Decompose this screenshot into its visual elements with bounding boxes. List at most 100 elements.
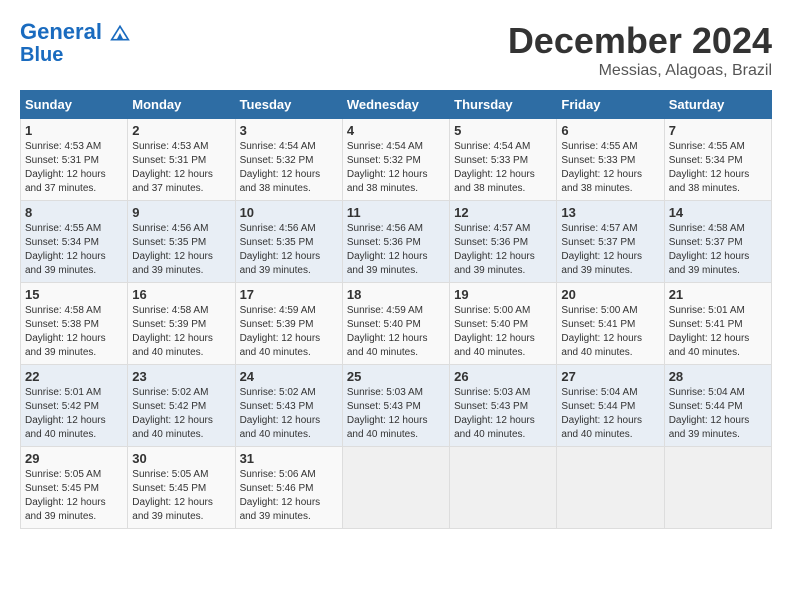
calendar-cell: 18 Sunrise: 4:59 AMSunset: 5:40 PMDaylig…	[342, 283, 449, 365]
day-number: 14	[669, 205, 767, 220]
calendar-cell: 7 Sunrise: 4:55 AMSunset: 5:34 PMDayligh…	[664, 119, 771, 201]
day-detail: Sunrise: 4:57 AMSunset: 5:36 PMDaylight:…	[454, 222, 552, 278]
calendar-cell: 25 Sunrise: 5:03 AMSunset: 5:43 PMDaylig…	[342, 365, 449, 447]
day-detail: Sunrise: 4:54 AMSunset: 5:33 PMDaylight:…	[454, 140, 552, 196]
calendar-cell: 23 Sunrise: 5:02 AMSunset: 5:42 PMDaylig…	[128, 365, 235, 447]
calendar-table: SundayMondayTuesdayWednesdayThursdayFrid…	[20, 90, 772, 529]
day-detail: Sunrise: 5:02 AMSunset: 5:43 PMDaylight:…	[240, 386, 338, 442]
day-detail: Sunrise: 4:59 AMSunset: 5:39 PMDaylight:…	[240, 304, 338, 360]
calendar-cell: 20 Sunrise: 5:00 AMSunset: 5:41 PMDaylig…	[557, 283, 664, 365]
calendar-cell: 31 Sunrise: 5:06 AMSunset: 5:46 PMDaylig…	[235, 447, 342, 529]
calendar-cell: 19 Sunrise: 5:00 AMSunset: 5:40 PMDaylig…	[450, 283, 557, 365]
calendar-cell: 13 Sunrise: 4:57 AMSunset: 5:37 PMDaylig…	[557, 201, 664, 283]
month-title: December 2024	[508, 20, 772, 62]
day-detail: Sunrise: 5:04 AMSunset: 5:44 PMDaylight:…	[561, 386, 659, 442]
day-number: 18	[347, 287, 445, 302]
day-detail: Sunrise: 4:55 AMSunset: 5:34 PMDaylight:…	[25, 222, 123, 278]
day-number: 22	[25, 369, 123, 384]
day-number: 20	[561, 287, 659, 302]
day-detail: Sunrise: 4:56 AMSunset: 5:35 PMDaylight:…	[132, 222, 230, 278]
day-detail: Sunrise: 5:00 AMSunset: 5:41 PMDaylight:…	[561, 304, 659, 360]
day-number: 28	[669, 369, 767, 384]
logo: General Blue	[20, 20, 130, 66]
calendar-week-row: 15 Sunrise: 4:58 AMSunset: 5:38 PMDaylig…	[21, 283, 772, 365]
calendar-cell	[450, 447, 557, 529]
day-number: 9	[132, 205, 230, 220]
day-detail: Sunrise: 5:01 AMSunset: 5:42 PMDaylight:…	[25, 386, 123, 442]
calendar-cell	[557, 447, 664, 529]
day-number: 2	[132, 123, 230, 138]
logo-text: General	[20, 20, 130, 44]
day-detail: Sunrise: 4:53 AMSunset: 5:31 PMDaylight:…	[132, 140, 230, 196]
day-detail: Sunrise: 5:05 AMSunset: 5:45 PMDaylight:…	[25, 468, 123, 524]
day-detail: Sunrise: 4:59 AMSunset: 5:40 PMDaylight:…	[347, 304, 445, 360]
weekday-header-tuesday: Tuesday	[235, 91, 342, 119]
day-detail: Sunrise: 5:03 AMSunset: 5:43 PMDaylight:…	[454, 386, 552, 442]
page-header: General Blue December 2024 Messias, Alag…	[20, 20, 772, 80]
day-detail: Sunrise: 4:58 AMSunset: 5:38 PMDaylight:…	[25, 304, 123, 360]
day-number: 8	[25, 205, 123, 220]
location-title: Messias, Alagoas, Brazil	[508, 62, 772, 80]
day-detail: Sunrise: 4:55 AMSunset: 5:34 PMDaylight:…	[669, 140, 767, 196]
day-detail: Sunrise: 4:58 AMSunset: 5:39 PMDaylight:…	[132, 304, 230, 360]
day-detail: Sunrise: 5:04 AMSunset: 5:44 PMDaylight:…	[669, 386, 767, 442]
calendar-cell: 28 Sunrise: 5:04 AMSunset: 5:44 PMDaylig…	[664, 365, 771, 447]
calendar-cell: 16 Sunrise: 4:58 AMSunset: 5:39 PMDaylig…	[128, 283, 235, 365]
day-detail: Sunrise: 5:03 AMSunset: 5:43 PMDaylight:…	[347, 386, 445, 442]
day-number: 25	[347, 369, 445, 384]
day-detail: Sunrise: 4:55 AMSunset: 5:33 PMDaylight:…	[561, 140, 659, 196]
day-number: 30	[132, 451, 230, 466]
day-number: 17	[240, 287, 338, 302]
day-detail: Sunrise: 4:56 AMSunset: 5:35 PMDaylight:…	[240, 222, 338, 278]
day-detail: Sunrise: 4:54 AMSunset: 5:32 PMDaylight:…	[347, 140, 445, 196]
day-number: 12	[454, 205, 552, 220]
day-number: 6	[561, 123, 659, 138]
calendar-cell: 26 Sunrise: 5:03 AMSunset: 5:43 PMDaylig…	[450, 365, 557, 447]
day-number: 7	[669, 123, 767, 138]
calendar-cell: 24 Sunrise: 5:02 AMSunset: 5:43 PMDaylig…	[235, 365, 342, 447]
calendar-cell	[342, 447, 449, 529]
weekday-header-thursday: Thursday	[450, 91, 557, 119]
day-detail: Sunrise: 5:02 AMSunset: 5:42 PMDaylight:…	[132, 386, 230, 442]
day-detail: Sunrise: 4:57 AMSunset: 5:37 PMDaylight:…	[561, 222, 659, 278]
calendar-cell: 17 Sunrise: 4:59 AMSunset: 5:39 PMDaylig…	[235, 283, 342, 365]
day-number: 3	[240, 123, 338, 138]
calendar-cell: 1 Sunrise: 4:53 AMSunset: 5:31 PMDayligh…	[21, 119, 128, 201]
day-detail: Sunrise: 4:56 AMSunset: 5:36 PMDaylight:…	[347, 222, 445, 278]
day-number: 24	[240, 369, 338, 384]
calendar-week-row: 29 Sunrise: 5:05 AMSunset: 5:45 PMDaylig…	[21, 447, 772, 529]
calendar-cell: 14 Sunrise: 4:58 AMSunset: 5:37 PMDaylig…	[664, 201, 771, 283]
day-number: 1	[25, 123, 123, 138]
day-detail: Sunrise: 5:05 AMSunset: 5:45 PMDaylight:…	[132, 468, 230, 524]
day-number: 19	[454, 287, 552, 302]
calendar-cell: 30 Sunrise: 5:05 AMSunset: 5:45 PMDaylig…	[128, 447, 235, 529]
day-detail: Sunrise: 4:58 AMSunset: 5:37 PMDaylight:…	[669, 222, 767, 278]
day-number: 16	[132, 287, 230, 302]
day-detail: Sunrise: 5:06 AMSunset: 5:46 PMDaylight:…	[240, 468, 338, 524]
calendar-cell: 3 Sunrise: 4:54 AMSunset: 5:32 PMDayligh…	[235, 119, 342, 201]
calendar-cell: 6 Sunrise: 4:55 AMSunset: 5:33 PMDayligh…	[557, 119, 664, 201]
day-number: 29	[25, 451, 123, 466]
calendar-cell: 2 Sunrise: 4:53 AMSunset: 5:31 PMDayligh…	[128, 119, 235, 201]
day-number: 21	[669, 287, 767, 302]
day-detail: Sunrise: 5:01 AMSunset: 5:41 PMDaylight:…	[669, 304, 767, 360]
day-detail: Sunrise: 4:54 AMSunset: 5:32 PMDaylight:…	[240, 140, 338, 196]
calendar-cell: 15 Sunrise: 4:58 AMSunset: 5:38 PMDaylig…	[21, 283, 128, 365]
calendar-cell: 5 Sunrise: 4:54 AMSunset: 5:33 PMDayligh…	[450, 119, 557, 201]
logo-subtext: Blue	[20, 44, 130, 66]
calendar-cell: 21 Sunrise: 5:01 AMSunset: 5:41 PMDaylig…	[664, 283, 771, 365]
day-detail: Sunrise: 5:00 AMSunset: 5:40 PMDaylight:…	[454, 304, 552, 360]
calendar-cell: 12 Sunrise: 4:57 AMSunset: 5:36 PMDaylig…	[450, 201, 557, 283]
weekday-header-wednesday: Wednesday	[342, 91, 449, 119]
weekday-header-sunday: Sunday	[21, 91, 128, 119]
calendar-week-row: 1 Sunrise: 4:53 AMSunset: 5:31 PMDayligh…	[21, 119, 772, 201]
calendar-week-row: 22 Sunrise: 5:01 AMSunset: 5:42 PMDaylig…	[21, 365, 772, 447]
calendar-cell: 8 Sunrise: 4:55 AMSunset: 5:34 PMDayligh…	[21, 201, 128, 283]
day-number: 13	[561, 205, 659, 220]
calendar-cell: 4 Sunrise: 4:54 AMSunset: 5:32 PMDayligh…	[342, 119, 449, 201]
calendar-cell: 10 Sunrise: 4:56 AMSunset: 5:35 PMDaylig…	[235, 201, 342, 283]
calendar-cell: 22 Sunrise: 5:01 AMSunset: 5:42 PMDaylig…	[21, 365, 128, 447]
calendar-week-row: 8 Sunrise: 4:55 AMSunset: 5:34 PMDayligh…	[21, 201, 772, 283]
day-number: 15	[25, 287, 123, 302]
day-number: 26	[454, 369, 552, 384]
